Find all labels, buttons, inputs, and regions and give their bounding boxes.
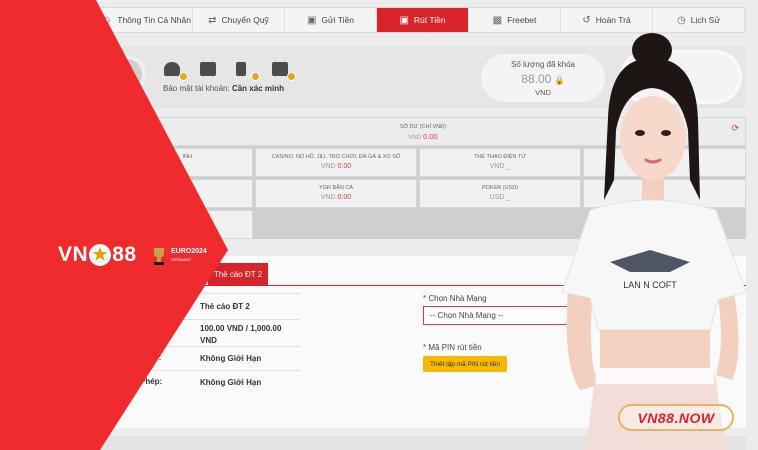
email-verify-icon[interactable] [272,62,296,81]
tab-withdraw[interactable]: ▣ Rút Tiền [377,8,469,32]
withdraw-icon: ▣ [399,14,409,26]
vn88-now-badge[interactable]: VN88.NOW [618,404,734,431]
model-photo: LAN N COFT [561,33,747,450]
star-icon: ★ [89,244,112,266]
tab-label: Freebet [507,15,537,25]
locked-amount: 88.00 [521,72,552,86]
pin-label: * Mã PIN rút tiền [423,343,482,352]
tab-deposit[interactable]: ▣ Gửi Tiền [285,8,377,32]
red-shape [0,0,228,450]
tab-freebet[interactable]: ▩ Freebet [469,8,561,32]
balance-cell: YGR BẮN CÁ VND 0.00 [255,179,417,208]
euro2024-logo: EURO2024 GERMANY [150,246,207,266]
tab-label: Rút Tiền [413,15,446,25]
balance-cell: CASINO, NỔ HŨ, JILI, TRÒ CHƠI, ĐÁ GÀ & X… [255,148,417,177]
tab-label: Gửi Tiền [321,15,355,25]
set-pin-button[interactable]: Thiết lập mã PIN rút tiền [423,356,507,372]
svg-text:LAN N COFT: LAN N COFT [623,280,677,290]
tab-history[interactable]: ◷ Lịch Sử [653,8,745,32]
tab-label: Lịch Sử [690,15,721,25]
tab-refund[interactable]: ↺ Hoàn Trả [561,8,653,32]
network-label: * Chọn Nhà Mạng [423,294,487,303]
history-icon: ◷ [676,14,686,26]
deposit-icon: ▣ [306,14,317,26]
trophy-icon [154,248,164,265]
vn88-logo: VN ★ 88 [58,243,137,266]
gift-icon: ▩ [492,14,503,26]
tab-label: Hoàn Trả [595,15,631,25]
refund-icon: ↺ [582,14,591,26]
brand-banner [0,0,228,450]
